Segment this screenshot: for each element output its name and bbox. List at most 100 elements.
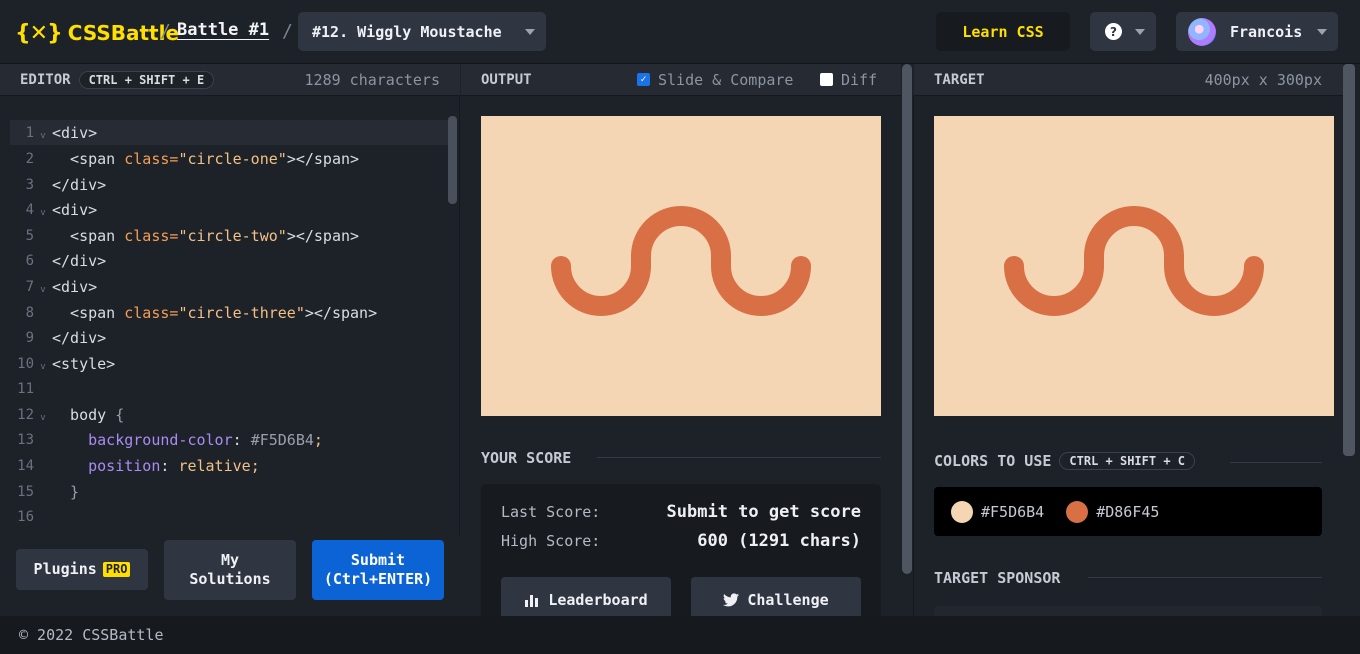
color-dot	[951, 500, 973, 523]
code-text: #F5D6B4	[250, 430, 314, 449]
output-moustache-shape	[551, 206, 811, 316]
code-text: relative	[178, 456, 251, 475]
user-menu-button[interactable]: Francois	[1176, 12, 1338, 51]
line-number: 2	[25, 150, 34, 167]
code-text: :	[160, 456, 179, 475]
breadcrumb-separator: /	[160, 21, 171, 42]
divider	[597, 457, 881, 458]
line-number: 5	[25, 227, 34, 244]
battle-link[interactable]: Battle #1	[177, 20, 269, 40]
copyright: © 2022 CSSBattle	[19, 626, 164, 644]
colors-title: COLORS TO USE CTRL + SHIFT + C	[934, 452, 1195, 470]
line-number: 13	[17, 431, 34, 448]
colors-title-label: COLORS TO USE	[934, 452, 1052, 470]
editor-shortcut-badge: CTRL + SHIFT + E	[78, 70, 215, 89]
high-score-value: 600 (1291 chars)	[697, 531, 861, 551]
slide-compare-label: Slide & Compare	[658, 70, 794, 89]
twitter-icon	[723, 593, 740, 607]
target-size: 400px x 300px	[1204, 70, 1322, 89]
target-select[interactable]: #12. Wiggly Moustache	[298, 12, 546, 51]
chevron-down-icon	[525, 29, 535, 35]
output-canvas[interactable]	[481, 116, 881, 416]
last-score-label: Last Score:	[501, 503, 601, 521]
code-text: position	[52, 456, 161, 475]
fold-icon[interactable]: v	[34, 202, 52, 218]
code-text: body	[52, 405, 116, 424]
page-scrollbar[interactable]	[1343, 64, 1360, 654]
plugins-button[interactable]: Plugins PRO	[16, 549, 148, 590]
code-line[interactable]: 14 position: relative;	[10, 453, 448, 478]
code-text: {	[115, 405, 125, 424]
submit-shortcut-label: (Ctrl+ENTER)	[323, 570, 433, 588]
line-number: 10	[17, 355, 34, 372]
code-line[interactable]: 10 v <style>	[10, 351, 448, 376]
line-number: 7	[25, 278, 34, 295]
learn-css-button[interactable]: Learn CSS	[936, 12, 1070, 51]
code-text: "circle-three"	[178, 303, 305, 322]
help-menu-button[interactable]: ?	[1090, 12, 1156, 51]
editor-scrollbar[interactable]	[448, 116, 457, 204]
target-header: TARGET 400px x 300px	[914, 64, 1343, 96]
code-line[interactable]: 12 v body {	[10, 402, 448, 427]
color-dot	[1066, 500, 1089, 523]
color-code: #F5D6B4	[981, 502, 1045, 521]
code-text: <div>	[52, 277, 98, 296]
pro-badge: PRO	[102, 561, 131, 578]
divider	[1230, 462, 1322, 463]
code-text: ;	[250, 456, 260, 475]
diff-toggle[interactable]: Diff	[820, 71, 877, 89]
my-solutions-label: Solutions	[189, 570, 271, 588]
high-score-label: High Score:	[501, 532, 601, 550]
scrollbar-thumb[interactable]	[1343, 64, 1355, 456]
my-solutions-button[interactable]: My Solutions	[164, 540, 296, 600]
color-swatch[interactable]: #F5D6B4	[951, 500, 1045, 523]
last-score-value: Submit to get score	[666, 502, 861, 522]
output-scrollbar[interactable]	[902, 64, 912, 574]
code-line[interactable]: 3 </div>	[10, 172, 448, 197]
submit-label: Submit	[350, 550, 406, 569]
diff-label: Diff	[841, 70, 878, 89]
line-number: 14	[17, 457, 34, 474]
code-line[interactable]: 11	[10, 376, 448, 401]
code-editor[interactable]: 1v <div> 2 <span class= "circle-one" ></sp…	[0, 96, 460, 536]
code-text: "circle-one"	[178, 149, 287, 168]
code-line[interactable]: 4v <div>	[10, 197, 448, 222]
code-text: :	[232, 430, 251, 449]
submit-button[interactable]: Submit (Ctrl+ENTER)	[312, 540, 444, 600]
fold-icon[interactable]: v	[34, 407, 52, 423]
code-line[interactable]: 2 <span class= "circle-one" ></span>	[10, 146, 448, 171]
challenge-label: Challenge	[747, 591, 829, 609]
slide-compare-toggle[interactable]: ✓ Slide & Compare	[637, 71, 793, 89]
checkbox-checked-icon[interactable]: ✓	[637, 73, 650, 86]
code-text: "circle-two"	[178, 226, 287, 245]
code-line[interactable]: 9 </div>	[10, 325, 448, 350]
code-line[interactable]: 15 }	[10, 479, 448, 504]
user-name: Francois	[1230, 22, 1303, 41]
code-text: <span	[52, 303, 125, 322]
your-score-title: YOUR SCORE	[481, 449, 572, 467]
line-number: 6	[25, 252, 34, 269]
code-line[interactable]: 6 </div>	[10, 248, 448, 273]
code-line[interactable]: 8 <span class= "circle-three" ></span>	[10, 300, 448, 325]
code-line[interactable]: 16	[10, 504, 448, 529]
line-number: 8	[25, 304, 34, 321]
code-text: <style>	[52, 354, 116, 373]
fold-icon[interactable]: v	[34, 279, 52, 295]
sponsor-title: TARGET SPONSOR	[934, 569, 1061, 587]
fold-icon[interactable]: v	[34, 356, 52, 372]
logo[interactable]: {✕} CSSBattle	[15, 19, 179, 47]
code-line[interactable]: 13 background-color: #F5D6B4;	[10, 427, 448, 452]
editor-header: EDITOR CTRL + SHIFT + E 1289 characters	[0, 64, 460, 96]
code-text: class=	[124, 226, 179, 245]
fold-icon[interactable]: v	[34, 125, 52, 141]
code-line[interactable]: 7v <div>	[10, 274, 448, 299]
bar-chart-icon	[525, 595, 539, 607]
color-swatch[interactable]: #D86F45	[1066, 500, 1159, 523]
checkbox-unchecked-icon[interactable]	[820, 73, 833, 86]
code-text: }	[52, 482, 80, 501]
chevron-down-icon	[1135, 29, 1145, 35]
target-canvas[interactable]	[934, 116, 1334, 416]
help-icon: ?	[1105, 23, 1122, 40]
code-line[interactable]: 5 <span class= "circle-two" ></span>	[10, 223, 448, 248]
code-line[interactable]: 1v <div>	[10, 120, 448, 145]
